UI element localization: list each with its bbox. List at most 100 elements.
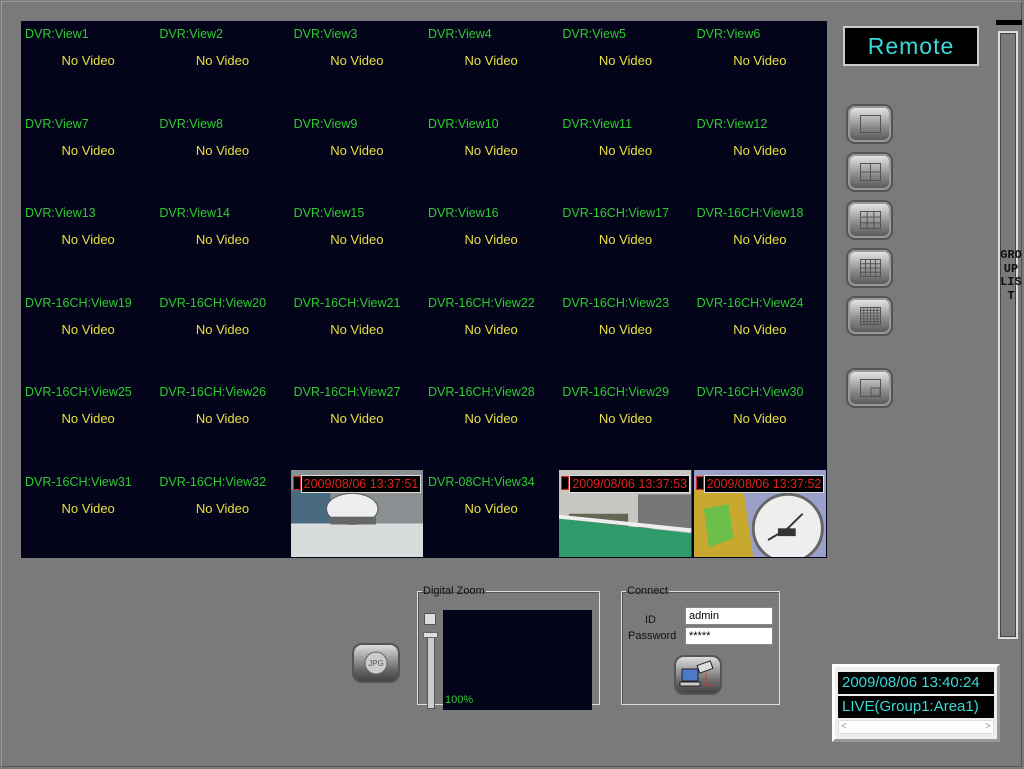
no-video-text: No Video	[195, 321, 250, 337]
current-datetime: 2009/08/06 13:40:24	[838, 672, 994, 694]
layout-6x6-icon	[860, 307, 881, 325]
live-mode-status: LIVE(Group1:Area1)	[838, 696, 994, 718]
password-input[interactable]	[685, 627, 773, 645]
view-cell-26[interactable]: DVR-16CH:View26 No Video	[155, 379, 289, 469]
zoom-slider-thumb[interactable]	[423, 632, 438, 638]
no-video-text: No Video	[61, 321, 115, 337]
digital-zoom-panel: Digital Zoom 100%	[417, 585, 600, 710]
view-label: DVR:View16	[427, 206, 499, 220]
view-cell-34[interactable]: DVR-08CH:View34 No Video	[424, 469, 558, 559]
record-indicator-icon	[561, 475, 570, 490]
layout-button-5[interactable]	[846, 296, 893, 336]
view-cell-11[interactable]: DVR:View11 No Video	[558, 111, 692, 201]
view-label: DVR-16CH:View30	[696, 385, 804, 399]
view-cell-1[interactable]: DVR:View1 No Video	[21, 21, 155, 111]
status-panel: 2009/08/06 13:40:24 LIVE(Group1:Area1) <…	[832, 664, 1000, 742]
no-video-text: No Video	[733, 411, 787, 426]
scroll-left-icon[interactable]: <	[841, 721, 847, 732]
view-cell-23[interactable]: DVR-16CH:View23 No Video	[558, 290, 692, 380]
view-cell-20[interactable]: DVR-16CH:View20 No Video	[155, 290, 289, 380]
no-video-text: No Video	[464, 232, 518, 247]
camera-view-36[interactable]: 2009/08/06 13:37:52	[693, 469, 826, 557]
view-cell-3[interactable]: DVR:View3 No Video	[290, 21, 424, 111]
zoom-slider[interactable]	[427, 633, 435, 709]
layout-button-6[interactable]	[846, 368, 893, 408]
view-cell-28[interactable]: DVR-16CH:View28 No Video	[424, 379, 558, 469]
camera-timestamp: 2009/08/06 13:37:51	[300, 474, 422, 493]
video-grid[interactable]: DVR:View1 No Video DVR:View2 No Video DVR:Vi…	[21, 21, 827, 558]
view-cell-17[interactable]: DVR-16CH:View17 No Video	[558, 200, 692, 290]
no-video-text: No Video	[330, 321, 384, 337]
view-cell-7[interactable]: DVR:View7 No Video	[21, 111, 155, 201]
view-cell-10[interactable]: DVR:View10 No Video	[424, 111, 558, 201]
svg-text:JPG: JPG	[368, 659, 384, 668]
zoom-preview[interactable]: 100%	[443, 610, 592, 710]
no-video-text: No Video	[61, 53, 115, 68]
layout-2x2-icon	[860, 163, 881, 181]
layout-button-4[interactable]	[846, 248, 893, 288]
group-list-label[interactable]: GROUP LIST	[1000, 248, 1022, 303]
camera-view-35[interactable]: 2009/08/06 13:37:53	[559, 469, 692, 557]
view-cell-29[interactable]: DVR-16CH:View29 No Video	[558, 379, 692, 469]
password-label: Password	[628, 630, 677, 642]
view-cell-2[interactable]: DVR:View2 No Video	[155, 21, 289, 111]
digital-zoom-checkbox[interactable]	[424, 613, 436, 625]
scroll-right-icon[interactable]: >	[985, 721, 991, 732]
digital-zoom-title: Digital Zoom	[423, 585, 485, 597]
view-label: DVR-08CH:View34	[427, 474, 535, 489]
view-label: DVR:View15	[293, 206, 365, 220]
view-cell-30[interactable]: DVR-16CH:View30 No Video	[693, 379, 827, 469]
status-scrollbar[interactable]: < >	[838, 720, 994, 734]
layout-pip-icon	[860, 379, 881, 397]
view-cell-9[interactable]: DVR:View9 No Video	[290, 111, 424, 201]
no-video-text: No Video	[61, 411, 115, 426]
view-cell-24[interactable]: DVR-16CH:View24 No Video	[693, 290, 827, 380]
camera-view-33[interactable]: 2009/08/06 13:37:51	[290, 469, 423, 557]
no-video-text: No Video	[464, 411, 518, 426]
layout-4x4-icon	[860, 259, 881, 277]
view-cell-15[interactable]: DVR:View15 No Video	[290, 200, 424, 290]
view-label: DVR-16CH:View29	[562, 385, 670, 399]
view-cell-13[interactable]: DVR:View13 No Video	[21, 200, 155, 290]
no-video-text: No Video	[733, 232, 787, 247]
id-label: ID	[645, 614, 656, 626]
view-cell-5[interactable]: DVR:View5 No Video	[558, 21, 692, 111]
view-cell-16[interactable]: DVR:View16 No Video	[424, 200, 558, 290]
jpg-snapshot-button[interactable]: JPG	[352, 643, 400, 683]
no-video-text: No Video	[598, 53, 653, 68]
view-cell-6[interactable]: DVR:View6 No Video	[693, 21, 827, 111]
no-video-text: No Video	[195, 500, 250, 516]
no-video-text: No Video	[464, 321, 518, 337]
view-label: DVR-16CH:View28	[427, 385, 535, 399]
group-list-frame: GROUP LIST	[998, 31, 1022, 639]
layout-button-2[interactable]	[846, 152, 893, 192]
view-cell-14[interactable]: DVR:View14 No Video	[155, 200, 289, 290]
view-label: DVR-16CH:View18	[696, 206, 804, 220]
no-video-text: No Video	[598, 232, 653, 247]
view-cell-22[interactable]: DVR-16CH:View22 No Video	[424, 290, 558, 380]
layout-button-1[interactable]	[846, 104, 893, 144]
view-cell-4[interactable]: DVR:View4 No Video	[424, 21, 558, 111]
no-video-text: No Video	[733, 142, 787, 158]
view-label: DVR-16CH:View26	[159, 385, 267, 399]
view-cell-32[interactable]: DVR-16CH:View32 No Video	[155, 469, 289, 559]
group-list-panel[interactable]: GROUP LIST	[996, 20, 1022, 640]
view-cell-18[interactable]: DVR-16CH:View18 No Video	[693, 200, 827, 290]
view-cell-27[interactable]: DVR-16CH:View27 No Video	[290, 379, 424, 469]
no-video-text: No Video	[464, 53, 518, 68]
view-cell-19[interactable]: DVR-16CH:View19 No Video	[21, 290, 155, 380]
layout-button-3[interactable]	[846, 200, 893, 240]
connect-button[interactable]	[674, 655, 722, 695]
no-video-text: No Video	[61, 232, 115, 247]
view-label: DVR:View13	[25, 206, 96, 220]
view-cell-8[interactable]: DVR:View8 No Video	[155, 111, 289, 201]
view-label: DVR-16CH:View31	[25, 474, 132, 489]
connect-title: Connect	[627, 585, 668, 597]
id-input[interactable]	[685, 607, 773, 625]
record-indicator-icon	[292, 475, 301, 490]
view-cell-25[interactable]: DVR-16CH:View25 No Video	[21, 379, 155, 469]
view-cell-31[interactable]: DVR-16CH:View31 No Video	[21, 469, 155, 559]
view-cell-21[interactable]: DVR-16CH:View21 No Video	[290, 290, 424, 380]
view-label: DVR:View4	[427, 27, 492, 41]
view-cell-12[interactable]: DVR:View12 No Video	[693, 111, 827, 201]
